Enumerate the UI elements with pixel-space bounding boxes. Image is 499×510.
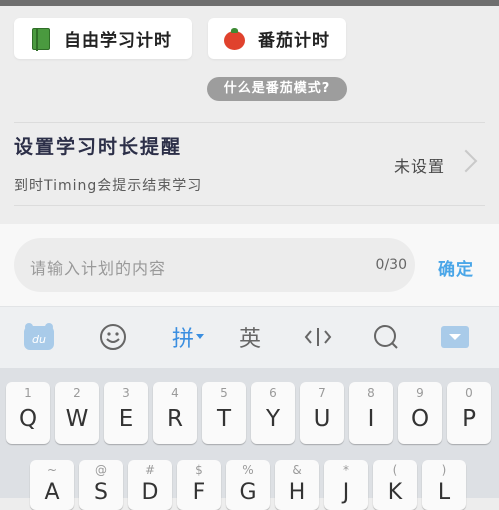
key-number: 8 xyxy=(367,386,375,400)
key-g[interactable]: % G xyxy=(226,460,270,510)
free-study-timer-button[interactable]: 自由学习计时 xyxy=(14,18,192,59)
baidu-logo-text: du xyxy=(32,333,46,346)
cursor-move-icon[interactable] xyxy=(301,321,335,353)
key-letter: E xyxy=(118,406,134,432)
keyboard-keys: 1Q2W3E4R5T6Y7U8I9O0P ~ A @ S # D $ F% G & H * J(K) L xyxy=(0,368,499,510)
key-letter: K xyxy=(387,480,403,505)
search-icon[interactable] xyxy=(370,321,402,353)
free-study-timer-label: 自由学习计时 xyxy=(64,31,172,51)
plan-input-bar: 请输入计划的内容 0/30 确定 xyxy=(0,224,499,306)
key-q[interactable]: 1Q xyxy=(6,382,50,444)
key-d[interactable]: # D xyxy=(128,460,172,510)
key-letter: D xyxy=(141,480,159,505)
divider xyxy=(14,122,485,123)
key-number: 9 xyxy=(416,386,424,400)
key-i[interactable]: 8I xyxy=(349,382,393,444)
chevron-right-icon xyxy=(454,149,478,173)
key-symbol: ~ xyxy=(46,463,58,477)
key-symbol: ( xyxy=(392,463,398,477)
pinyin-mode-tab[interactable]: 拼 xyxy=(166,321,210,353)
key-e[interactable]: 3E xyxy=(104,382,148,444)
key-symbol: # xyxy=(144,463,156,477)
key-symbol: @ xyxy=(95,463,107,477)
key-p[interactable]: 0P xyxy=(447,382,491,444)
key-letter: A xyxy=(44,480,60,505)
key-number: 7 xyxy=(318,386,326,400)
key-number: 5 xyxy=(220,386,228,400)
key-w[interactable]: 2W xyxy=(55,382,99,444)
key-h[interactable]: & H xyxy=(275,460,319,510)
key-k[interactable]: (K xyxy=(373,460,417,510)
plan-input-field[interactable]: 请输入计划的内容 0/30 xyxy=(14,238,415,292)
key-number: 4 xyxy=(171,386,179,400)
key-letter: W xyxy=(65,406,89,432)
key-j[interactable]: * J xyxy=(324,460,368,510)
key-s[interactable]: @ S xyxy=(79,460,123,510)
pomodoro-timer-label: 番茄计时 xyxy=(258,31,330,51)
keyboard-toolbar: du 拼 英 xyxy=(0,306,499,369)
key-a[interactable]: ~ A xyxy=(30,460,74,510)
reminder-subtitle: 到时Timing会提示结束学习 xyxy=(14,178,203,194)
key-letter: L xyxy=(437,480,451,505)
key-letter: I xyxy=(367,406,375,432)
key-number: 6 xyxy=(269,386,277,400)
english-label: 英 xyxy=(238,327,261,352)
key-letter: T xyxy=(216,406,232,432)
key-letter: G xyxy=(239,480,257,505)
triangle-down-icon xyxy=(196,334,204,339)
key-letter: U xyxy=(313,406,331,432)
key-number: 1 xyxy=(24,386,32,400)
key-number: 0 xyxy=(465,386,473,400)
emoji-icon[interactable] xyxy=(97,321,129,353)
key-number: 3 xyxy=(122,386,130,400)
book-icon xyxy=(30,27,52,51)
key-r[interactable]: 4R xyxy=(153,382,197,444)
char-counter: 0/30 xyxy=(375,257,407,273)
key-symbol: ) xyxy=(441,463,447,477)
key-letter: P xyxy=(462,406,476,432)
key-t[interactable]: 5T xyxy=(202,382,246,444)
key-letter: O xyxy=(410,406,430,432)
baidu-logo-icon[interactable]: du xyxy=(22,321,56,353)
english-mode-tab[interactable]: 英 xyxy=(234,321,266,353)
key-symbol: % xyxy=(242,463,254,477)
pomodoro-timer-button[interactable]: 番茄计时 xyxy=(208,18,346,59)
key-letter: Q xyxy=(18,406,38,432)
confirm-button[interactable]: 确定 xyxy=(438,255,474,280)
key-letter: R xyxy=(167,406,183,432)
key-symbol: & xyxy=(292,463,302,477)
pinyin-label: 拼 xyxy=(171,327,194,352)
tomato-icon xyxy=(224,27,246,50)
key-number: 2 xyxy=(73,386,81,400)
divider xyxy=(14,205,485,206)
status-bar-strip xyxy=(0,0,499,6)
key-y[interactable]: 6Y xyxy=(251,382,295,444)
key-symbol: * xyxy=(343,463,349,477)
key-letter: F xyxy=(192,480,206,505)
key-letter: J xyxy=(342,480,350,505)
plan-input-placeholder: 请输入计划的内容 xyxy=(30,259,167,278)
key-u[interactable]: 7U xyxy=(300,382,344,444)
key-symbol: $ xyxy=(195,463,203,477)
reminder-title: 设置学习时长提醒 xyxy=(14,136,183,158)
key-letter: Y xyxy=(265,406,281,432)
key-l[interactable]: ) L xyxy=(422,460,466,510)
hide-keyboard-icon[interactable] xyxy=(438,321,472,353)
key-letter: H xyxy=(288,480,306,505)
pomodoro-help-link[interactable]: 什么是番茄模式? xyxy=(207,77,347,101)
key-o[interactable]: 9O xyxy=(398,382,442,444)
key-letter: S xyxy=(94,480,108,505)
reminder-value: 未设置 xyxy=(394,157,446,176)
key-f[interactable]: $ F xyxy=(177,460,221,510)
